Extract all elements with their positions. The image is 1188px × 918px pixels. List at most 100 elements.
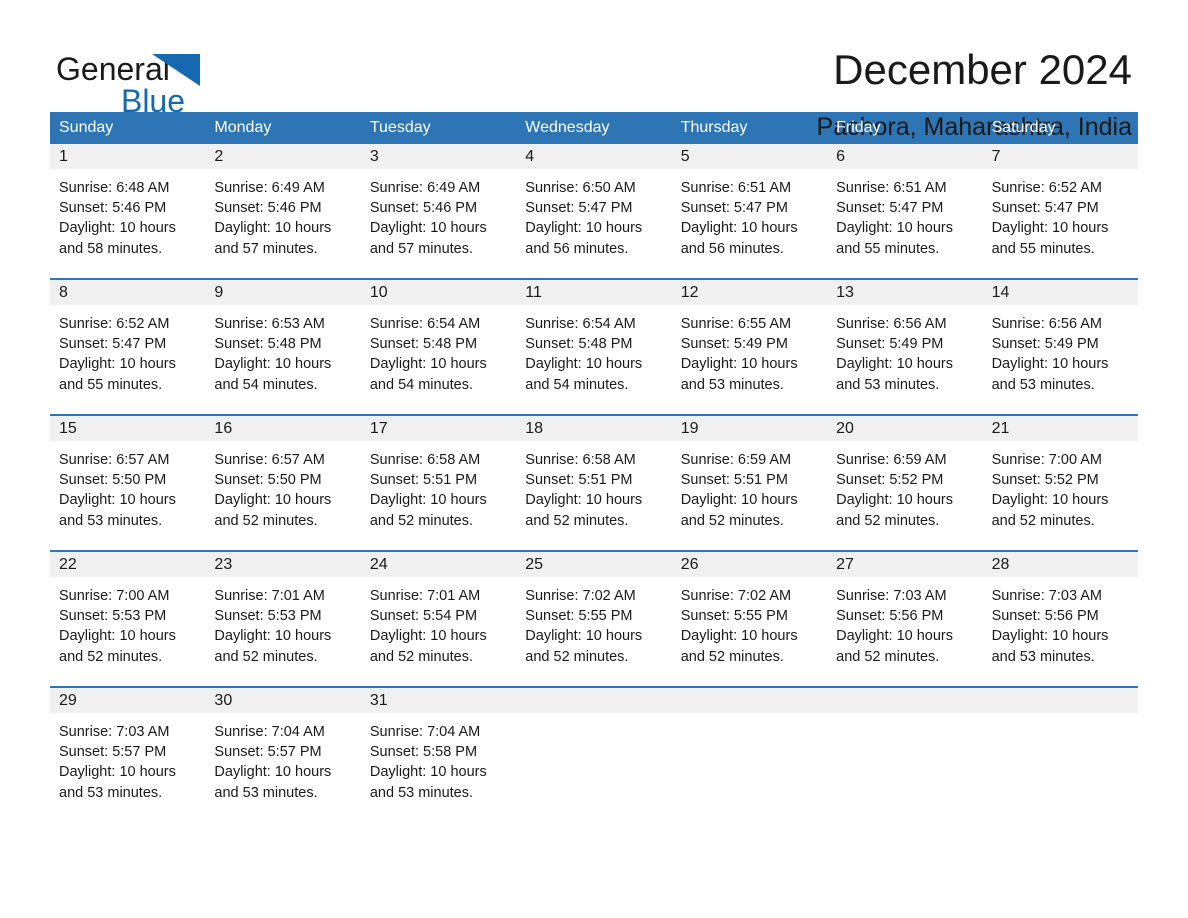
day-cell[interactable]: 10 Sunrise: 6:54 AM Sunset: 5:48 PM Dayligh… [360, 280, 517, 404]
daylight-text-line1: Daylight: 10 hours [991, 492, 1109, 509]
day-details: Sunrise: 7:03 AM Sunset: 5:56 PM Daylight:… [983, 577, 1138, 667]
day-cell[interactable]: 1 Sunrise: 6:48 AM Sunset: 5:46 PM Daylight… [50, 144, 206, 268]
day-cell[interactable]: 2 Sunrise: 6:49 AM Sunset: 5:46 PM Daylight… [205, 144, 361, 268]
day-number: 25 [516, 552, 672, 577]
day-details: Sunrise: 6:56 AM Sunset: 5:49 PM Daylight:… [983, 305, 1138, 395]
day-cell[interactable]: 31 Sunrise: 7:04 AM Sunset: 5:58 PM Dayligh… [360, 688, 517, 812]
sunset-text: Sunset: 5:52 PM [991, 472, 1099, 489]
daylight-text-line1: Daylight: 10 hours [369, 764, 487, 781]
daylight-text-line2: and 52 minutes. [991, 512, 1095, 529]
day-details: Sunrise: 6:49 AM Sunset: 5:46 PM Daylight:… [205, 169, 360, 259]
day-cell-empty [516, 688, 672, 812]
daylight-text-line1: Daylight: 10 hours [525, 356, 643, 373]
day-cell[interactable]: 21 Sunrise: 7:00 AM Sunset: 5:52 PM Dayligh… [982, 416, 1138, 540]
day-details: Sunrise: 6:56 AM Sunset: 5:49 PM Daylight:… [827, 305, 982, 395]
sunrise-text: Sunrise: 7:00 AM [991, 452, 1102, 468]
sunset-text: Sunset: 5:52 PM [836, 472, 944, 489]
day-details: Sunrise: 7:00 AM Sunset: 5:53 PM Daylight:… [50, 577, 205, 667]
weekday-header-friday: Friday [836, 119, 881, 136]
sunrise-text: Sunrise: 6:52 AM [59, 316, 170, 332]
day-cell[interactable]: 15 Sunrise: 6:57 AM Sunset: 5:50 PM Dayligh… [50, 416, 206, 540]
day-cell[interactable]: 18 Sunrise: 6:58 AM Sunset: 5:51 PM Dayligh… [516, 416, 672, 540]
daylight-text-line1: Daylight: 10 hours [369, 220, 487, 237]
day-cell[interactable]: 17 Sunrise: 6:58 AM Sunset: 5:51 PM Dayligh… [360, 416, 517, 540]
day-number: 10 [360, 280, 517, 305]
daylight-text-line1: Daylight: 10 hours [59, 356, 176, 373]
daylight-text-line1: Daylight: 10 hours [836, 220, 954, 237]
day-cell[interactable]: 11 Sunrise: 6:54 AM Sunset: 5:48 PM Dayligh… [516, 280, 672, 404]
daylight-text-line2: and 55 minutes. [59, 376, 163, 393]
sunrise-text: Sunrise: 6:54 AM [369, 316, 481, 332]
sunset-text: Sunset: 5:53 PM [59, 608, 167, 625]
daylight-text-line1: Daylight: 10 hours [214, 764, 332, 781]
daylight-text-line2: and 52 minutes. [680, 512, 784, 529]
sunrise-text: Sunrise: 6:52 AM [991, 180, 1102, 196]
day-cell[interactable]: 12 Sunrise: 6:55 AM Sunset: 5:49 PM Dayligh… [671, 280, 828, 404]
day-cell[interactable]: 29 Sunrise: 7:03 AM Sunset: 5:57 PM Dayligh… [50, 688, 206, 812]
daylight-text-line1: Daylight: 10 hours [214, 356, 332, 373]
day-cell[interactable]: 7 Sunrise: 6:52 AM Sunset: 5:47 PM Daylight… [982, 144, 1138, 268]
day-cell[interactable]: 8 Sunrise: 6:52 AM Sunset: 5:47 PM Daylight… [50, 280, 206, 404]
day-number: 31 [360, 688, 517, 713]
day-details: Sunrise: 7:00 AM Sunset: 5:52 PM Daylight:… [983, 441, 1138, 531]
daylight-text-line2: and 53 minutes. [59, 784, 163, 801]
day-cell[interactable]: 16 Sunrise: 6:57 AM Sunset: 5:50 PM Dayligh… [205, 416, 361, 540]
day-details: Sunrise: 6:54 AM Sunset: 5:48 PM Daylight:… [516, 305, 671, 395]
day-cell[interactable]: 28 Sunrise: 7:03 AM Sunset: 5:56 PM Dayligh… [982, 552, 1138, 676]
sunset-text: Sunset: 5:47 PM [991, 200, 1099, 217]
day-cell[interactable]: 25 Sunrise: 7:02 AM Sunset: 5:55 PM Dayligh… [516, 552, 672, 676]
day-number: 4 [516, 144, 672, 169]
day-number: 19 [671, 416, 828, 441]
day-cell[interactable]: 26 Sunrise: 7:02 AM Sunset: 5:55 PM Dayligh… [671, 552, 828, 676]
sunset-text: Sunset: 5:54 PM [369, 608, 478, 625]
calendar-week-row: 29 Sunrise: 7:03 AM Sunset: 5:57 PM Dayligh… [50, 686, 1138, 812]
day-cell[interactable]: 27 Sunrise: 7:03 AM Sunset: 5:56 PM Dayligh… [827, 552, 983, 676]
sunrise-text: Sunrise: 6:57 AM [214, 452, 325, 468]
day-cell[interactable]: 22 Sunrise: 7:00 AM Sunset: 5:53 PM Dayligh… [50, 552, 206, 676]
day-cell[interactable]: 19 Sunrise: 6:59 AM Sunset: 5:51 PM Dayligh… [671, 416, 828, 540]
day-cell[interactable]: 6 Sunrise: 6:51 AM Sunset: 5:47 PM Daylight… [827, 144, 983, 268]
day-cell[interactable]: 9 Sunrise: 6:53 AM Sunset: 5:48 PM Daylight… [205, 280, 361, 404]
brand-name-blue: Blue [120, 83, 186, 119]
day-details: Sunrise: 6:59 AM Sunset: 5:51 PM Daylight:… [672, 441, 827, 531]
day-cell[interactable]: 24 Sunrise: 7:01 AM Sunset: 5:54 PM Dayligh… [360, 552, 517, 676]
day-cell[interactable]: 4 Sunrise: 6:50 AM Sunset: 5:47 PM Daylight… [516, 144, 672, 268]
daylight-text-line1: Daylight: 10 hours [680, 492, 798, 509]
day-cell[interactable]: 14 Sunrise: 6:56 AM Sunset: 5:49 PM Dayligh… [982, 280, 1138, 404]
day-number [671, 688, 828, 713]
day-cell[interactable]: 30 Sunrise: 7:04 AM Sunset: 5:57 PM Dayligh… [205, 688, 361, 812]
day-number: 22 [50, 552, 206, 577]
sunrise-text: Sunrise: 6:53 AM [214, 316, 325, 332]
sunset-text: Sunset: 5:57 PM [59, 744, 167, 761]
daylight-text-line2: and 52 minutes. [525, 512, 629, 529]
day-details [672, 713, 827, 722]
sunrise-text: Sunrise: 7:00 AM [59, 588, 170, 604]
day-cell[interactable]: 5 Sunrise: 6:51 AM Sunset: 5:47 PM Daylight… [671, 144, 828, 268]
sunset-text: Sunset: 5:58 PM [369, 744, 478, 761]
day-cell[interactable]: 23 Sunrise: 7:01 AM Sunset: 5:53 PM Dayligh… [205, 552, 361, 676]
sunrise-text: Sunrise: 6:48 AM [59, 180, 170, 196]
day-number: 6 [827, 144, 983, 169]
sunset-text: Sunset: 5:46 PM [214, 200, 322, 217]
daylight-text-line1: Daylight: 10 hours [525, 628, 643, 645]
day-number: 1 [50, 144, 206, 169]
sunset-text: Sunset: 5:48 PM [214, 336, 322, 353]
daylight-text-line2: and 58 minutes. [59, 240, 163, 257]
sunset-text: Sunset: 5:49 PM [836, 336, 944, 353]
sunrise-text: Sunrise: 6:56 AM [836, 316, 947, 332]
day-cell[interactable]: 3 Sunrise: 6:49 AM Sunset: 5:46 PM Daylight… [360, 144, 517, 268]
calendar-week-row: 22 Sunrise: 7:00 AM Sunset: 5:53 PM Dayligh… [50, 550, 1138, 676]
day-details: Sunrise: 7:02 AM Sunset: 5:55 PM Daylight:… [516, 577, 671, 667]
day-details: Sunrise: 6:49 AM Sunset: 5:46 PM Daylight:… [361, 169, 516, 259]
sunset-text: Sunset: 5:46 PM [59, 200, 167, 217]
page-title: December 2024 [833, 46, 1132, 93]
daylight-text-line1: Daylight: 10 hours [836, 356, 954, 373]
day-details: Sunrise: 6:52 AM Sunset: 5:47 PM Daylight:… [983, 169, 1138, 259]
day-details: Sunrise: 6:55 AM Sunset: 5:49 PM Daylight:… [672, 305, 827, 395]
day-cell[interactable]: 20 Sunrise: 6:59 AM Sunset: 5:52 PM Dayligh… [827, 416, 983, 540]
day-cell[interactable]: 13 Sunrise: 6:56 AM Sunset: 5:49 PM Dayligh… [827, 280, 983, 404]
brand-logo[interactable]: General Blue [56, 46, 216, 118]
daylight-text-line1: Daylight: 10 hours [836, 492, 954, 509]
day-number [827, 688, 983, 713]
daylight-text-line2: and 57 minutes. [214, 240, 318, 257]
